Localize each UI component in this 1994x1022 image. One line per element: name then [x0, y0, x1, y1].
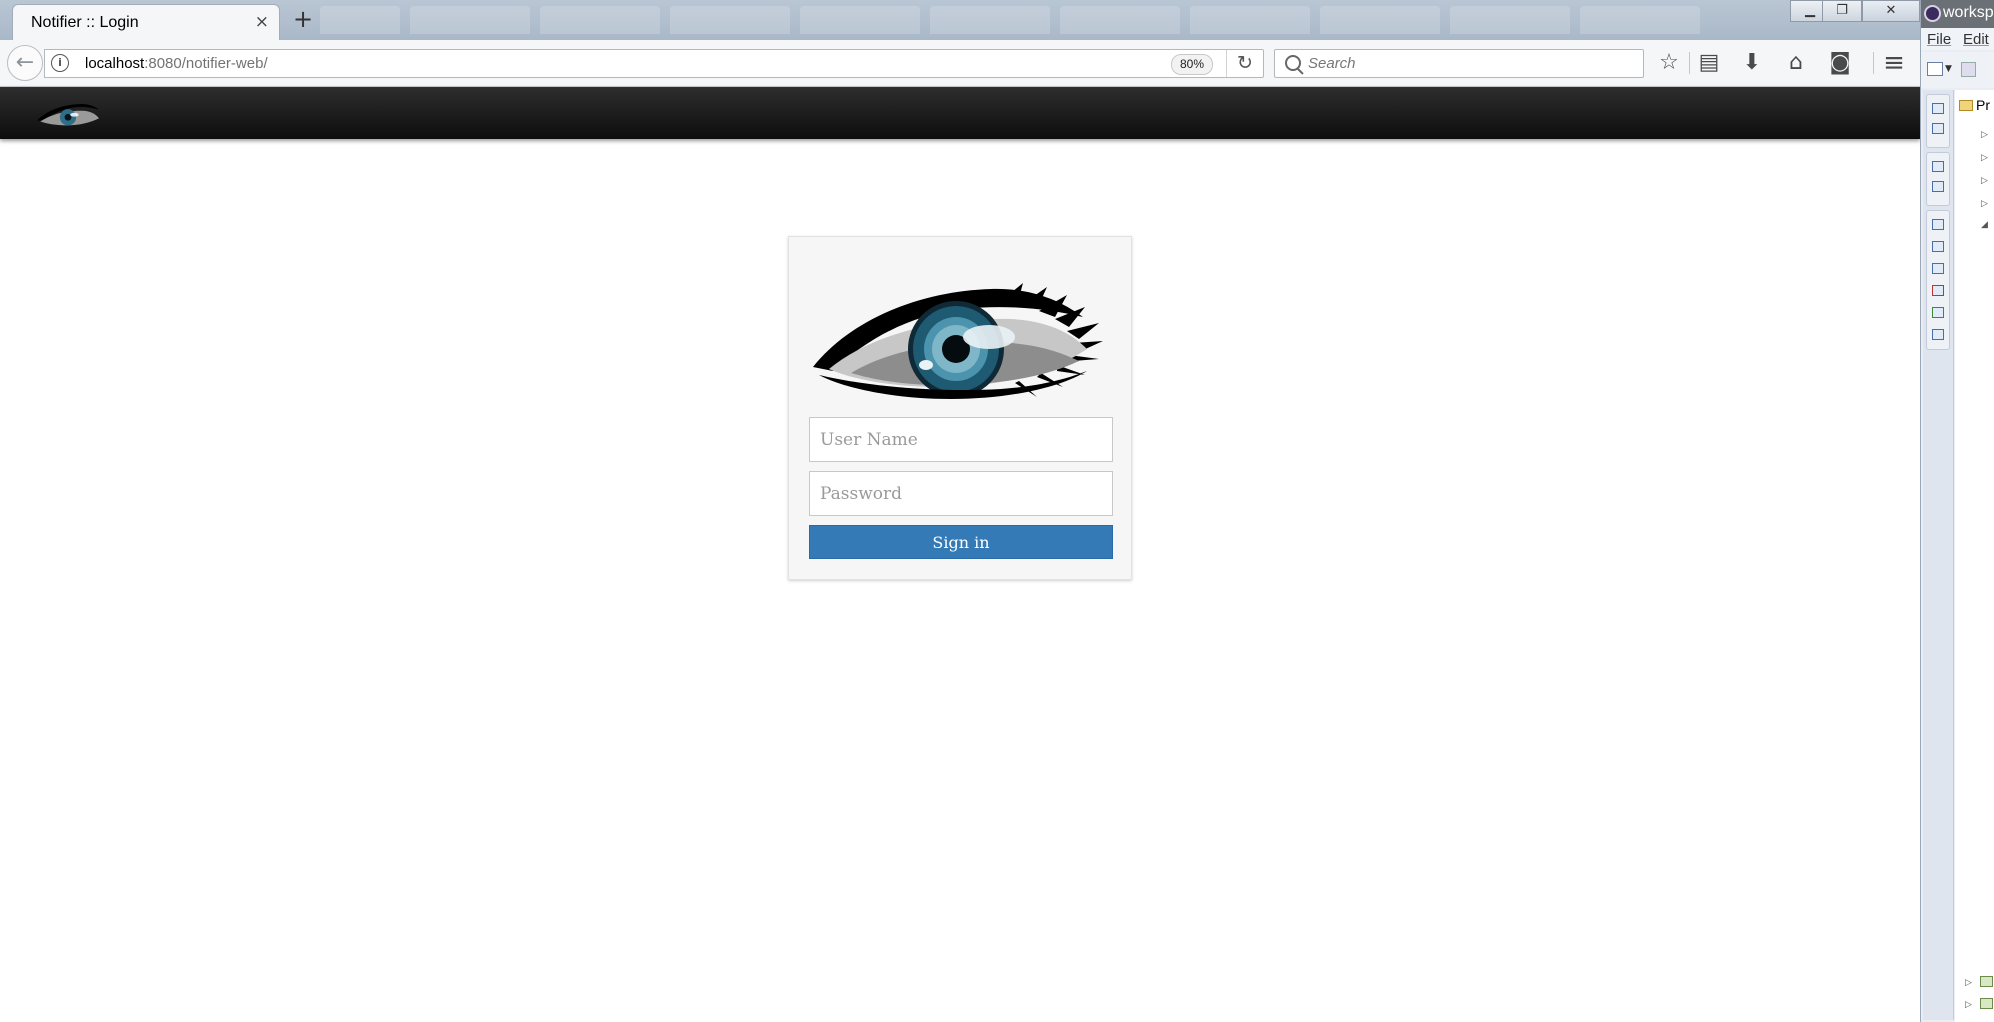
login-card: Sign in [788, 236, 1132, 580]
menu-edit[interactable]: Edit [1963, 31, 1989, 48]
reload-icon[interactable]: ↻ [1226, 50, 1263, 77]
tree-expand-icon[interactable]: ▷ [1981, 153, 1988, 163]
maximize-button[interactable]: ❐ [1822, 0, 1862, 22]
close-window-button[interactable]: ✕ [1862, 0, 1920, 22]
eclipse-menu-bar: File Edit [1921, 28, 1994, 50]
tab-strip: Notifier :: Login × + ▁ ❐ ✕ [0, 0, 1920, 40]
restore-icon[interactable] [1932, 161, 1944, 172]
background-tab[interactable] [1450, 6, 1570, 34]
restore-icon[interactable] [1932, 219, 1944, 230]
url-bar[interactable]: i localhost:8080/notifier-web/ 80% ↻ [44, 49, 1264, 78]
tree-expand-icon[interactable]: ▷ [1981, 130, 1988, 140]
browser-window: Notifier :: Login × + ▁ ❐ ✕ ← i localhos… [0, 0, 1920, 1022]
eclipse-logo-icon [1924, 5, 1941, 22]
search-bar[interactable]: Search [1274, 49, 1644, 78]
trim-group [1926, 94, 1950, 148]
tab-notifier-login[interactable]: Notifier :: Login × [12, 4, 280, 40]
menu-icon[interactable]: ≡ [1879, 50, 1909, 76]
dropdown-arrow-icon[interactable]: ▼ [1945, 64, 1952, 74]
tree-expand-icon[interactable]: ▷ [1981, 199, 1988, 209]
zoom-level-badge[interactable]: 80% [1170, 54, 1213, 75]
background-tab[interactable] [1320, 6, 1440, 34]
view-icon[interactable] [1932, 241, 1944, 252]
view-icon[interactable] [1932, 307, 1944, 318]
view-icon[interactable] [1932, 285, 1944, 296]
background-tab[interactable] [670, 6, 790, 34]
background-tab[interactable] [540, 6, 660, 34]
restore-icon[interactable] [1932, 103, 1944, 114]
eye-logo-icon[interactable] [36, 99, 100, 127]
project-explorer-tab[interactable]: Pr [1976, 97, 1990, 113]
eye-logo-icon [813, 283, 1103, 399]
url-host: localhost [85, 55, 145, 72]
view-icon[interactable] [1932, 123, 1944, 134]
username-input[interactable] [809, 417, 1113, 462]
background-tab[interactable] [1060, 6, 1180, 34]
back-arrow-icon[interactable]: ← [7, 45, 43, 81]
download-icon[interactable]: ⬇ [1737, 50, 1767, 76]
folder-icon [1959, 100, 1973, 111]
folder-icon [1980, 976, 1993, 987]
background-tab[interactable] [1580, 6, 1700, 34]
info-icon[interactable]: i [51, 54, 69, 72]
eclipse-title: worksp [1943, 4, 1994, 21]
eclipse-window: worksp File Edit ▼ Pr ▷ ▷ ▷ ▷ ◢ ▷ ▷ [1920, 0, 1994, 1022]
new-file-icon[interactable] [1927, 62, 1943, 76]
pocket-icon[interactable]: ◙ [1825, 50, 1855, 76]
tab-title: Notifier :: Login [31, 14, 139, 31]
background-tab[interactable] [320, 6, 400, 34]
tree-collapse-icon[interactable]: ◢ [1981, 220, 1988, 230]
view-icon[interactable] [1932, 263, 1944, 274]
save-icon[interactable] [1961, 62, 1976, 77]
eclipse-toolbar: ▼ [1921, 52, 1994, 88]
background-tab[interactable] [930, 6, 1050, 34]
home-icon[interactable]: ⌂ [1781, 50, 1811, 76]
project-icon [1980, 998, 1993, 1009]
new-tab-icon[interactable]: + [293, 5, 313, 33]
tree-expand-icon[interactable]: ▷ [1965, 1000, 1972, 1010]
password-input[interactable] [809, 471, 1113, 516]
background-tab[interactable] [1190, 6, 1310, 34]
toolbar-divider [1873, 52, 1874, 74]
menu-file[interactable]: File [1927, 31, 1951, 48]
app-header-bar [0, 87, 1920, 139]
background-tab[interactable] [410, 6, 530, 34]
navigation-toolbar: ← i localhost:8080/notifier-web/ 80% ↻ S… [0, 40, 1920, 87]
url-path: :8080/notifier-web/ [144, 55, 268, 72]
close-tab-icon[interactable]: × [255, 12, 269, 32]
eclipse-side-trim [1923, 90, 1954, 1020]
project-explorer-view: Pr ▷ ▷ ▷ ▷ ◢ ▷ ▷ [1955, 90, 1994, 1022]
search-icon [1285, 55, 1301, 71]
trim-group [1926, 152, 1950, 206]
tree-expand-icon[interactable]: ▷ [1965, 978, 1972, 988]
background-tab[interactable] [800, 6, 920, 34]
view-icon[interactable] [1932, 181, 1944, 192]
search-placeholder: Search [1308, 55, 1356, 72]
view-icon[interactable] [1932, 329, 1944, 340]
star-icon[interactable]: ☆ [1654, 50, 1684, 76]
sign-in-button[interactable]: Sign in [809, 525, 1113, 559]
trim-group [1926, 210, 1950, 350]
reading-list-icon[interactable]: ▤ [1694, 50, 1724, 76]
web-page: Sign in [0, 87, 1920, 1022]
toolbar-divider [1689, 52, 1690, 74]
tree-expand-icon[interactable]: ▷ [1981, 176, 1988, 186]
url-text[interactable]: localhost:8080/notifier-web/ [85, 55, 268, 72]
eclipse-title-bar: worksp [1921, 0, 1994, 28]
